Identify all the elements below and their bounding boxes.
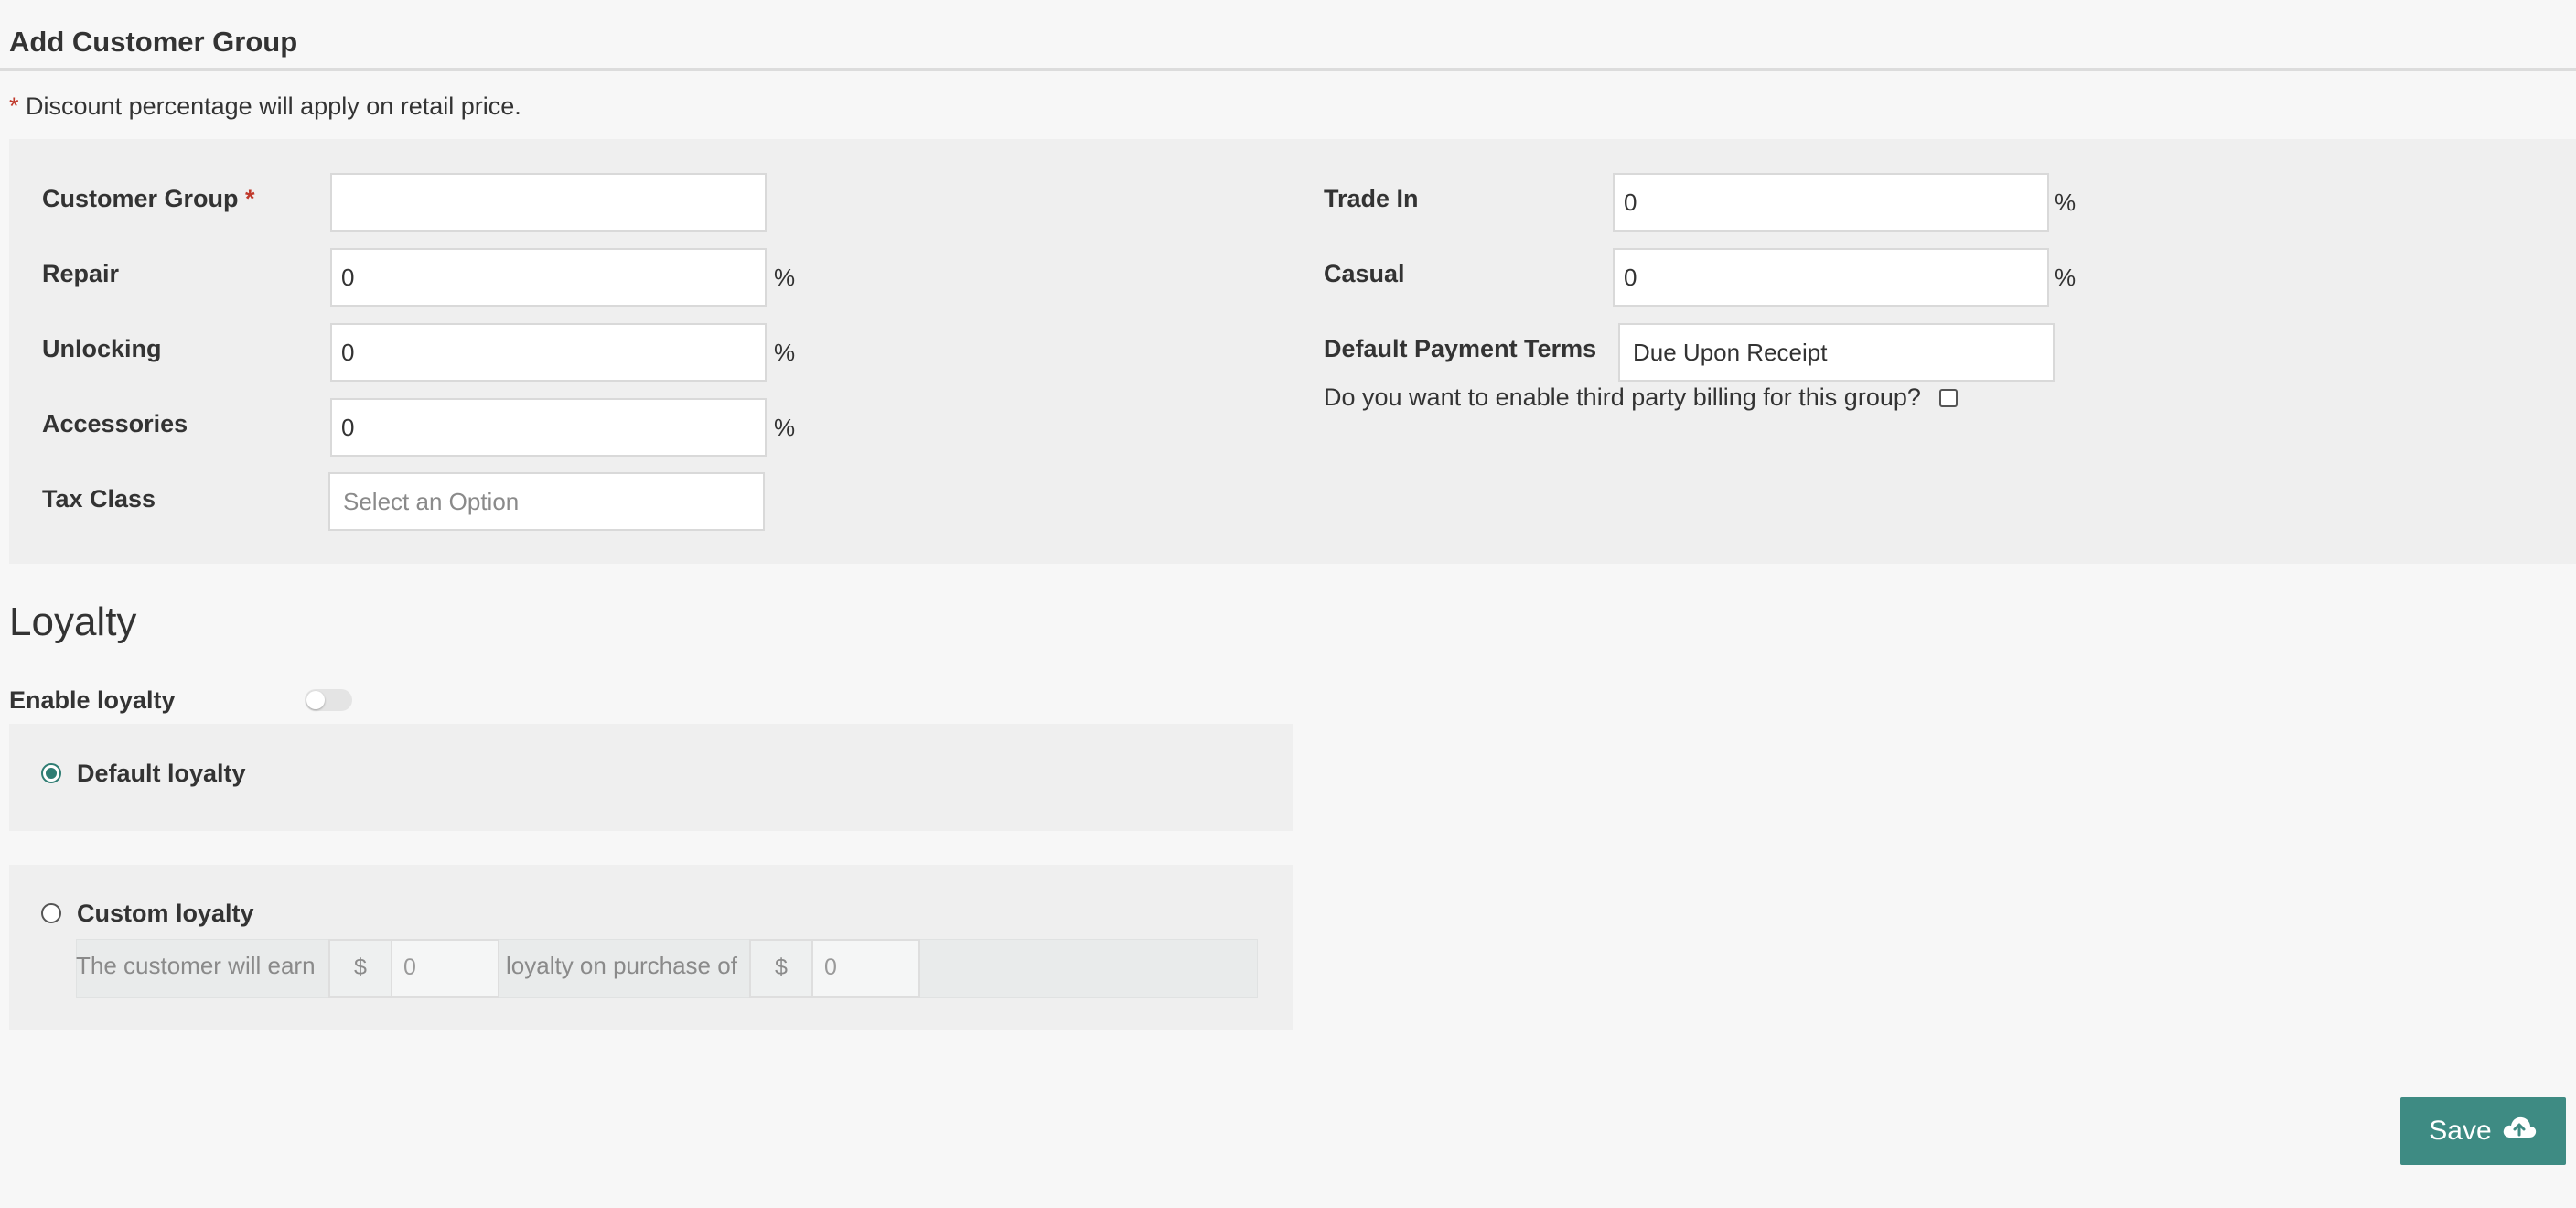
- third-party-label: Do you want to enable third party billin…: [1324, 383, 1921, 411]
- page-title: Add Customer Group: [9, 26, 298, 58]
- save-label: Save: [2429, 1116, 2492, 1146]
- tax-class-select[interactable]: Select an Option: [328, 472, 765, 531]
- customer-group-label-text: Customer Group: [42, 185, 239, 212]
- loyalty-heading: Loyalty: [9, 599, 137, 644]
- earn-currency-addon: $: [328, 939, 392, 998]
- casual-input[interactable]: 0: [1613, 248, 2049, 307]
- trade-in-input[interactable]: 0: [1613, 173, 2049, 232]
- trade-in-label: Trade In: [1324, 185, 1419, 212]
- required-mark: *: [245, 185, 255, 212]
- trade-in-percent: %: [2055, 189, 2077, 216]
- third-party-checkbox[interactable]: [1939, 389, 1958, 407]
- casual-percent: %: [2055, 264, 2077, 291]
- accessories-label: Accessories: [42, 410, 188, 437]
- discount-note: * Discount percentage will apply on reta…: [9, 92, 521, 121]
- toggle-knob: [306, 691, 325, 709]
- unlocking-input[interactable]: 0: [330, 323, 767, 382]
- custom-loyalty-label: Custom loyalty: [77, 900, 254, 927]
- purchase-currency-addon: $: [749, 939, 813, 998]
- customer-group-label: Customer Group *: [42, 185, 255, 213]
- earn-text: The customer will earn: [76, 952, 316, 979]
- note-star: *: [9, 92, 19, 120]
- enable-loyalty-label: Enable loyalty: [9, 686, 176, 714]
- note-text: Discount percentage will apply on retail…: [18, 92, 521, 120]
- earn-amount-input[interactable]: 0: [391, 939, 499, 998]
- title-divider: [0, 68, 2576, 71]
- default-loyalty-radio[interactable]: [41, 763, 61, 783]
- repair-input[interactable]: 0: [330, 248, 767, 307]
- payment-terms-label: Default Payment Terms: [1324, 335, 1597, 362]
- customer-group-input[interactable]: [330, 173, 767, 232]
- cloud-upload-icon: [2501, 1114, 2538, 1149]
- accessories-percent: %: [774, 414, 796, 441]
- unlocking-label: Unlocking: [42, 335, 162, 362]
- enable-loyalty-toggle[interactable]: [305, 689, 352, 711]
- repair-label: Repair: [42, 260, 120, 287]
- custom-loyalty-radio[interactable]: [41, 903, 61, 923]
- default-loyalty-label: Default loyalty: [77, 760, 246, 787]
- tax-class-label: Tax Class: [42, 485, 156, 512]
- casual-label: Casual: [1324, 260, 1405, 287]
- payment-terms-select[interactable]: Due Upon Receipt: [1618, 323, 2055, 382]
- unlocking-percent: %: [774, 339, 796, 366]
- accessories-input[interactable]: 0: [330, 398, 767, 457]
- purchase-text: loyalty on purchase of: [506, 952, 737, 979]
- repair-percent: %: [774, 264, 796, 291]
- save-button[interactable]: Save: [2400, 1097, 2566, 1165]
- purchase-amount-input[interactable]: 0: [811, 939, 920, 998]
